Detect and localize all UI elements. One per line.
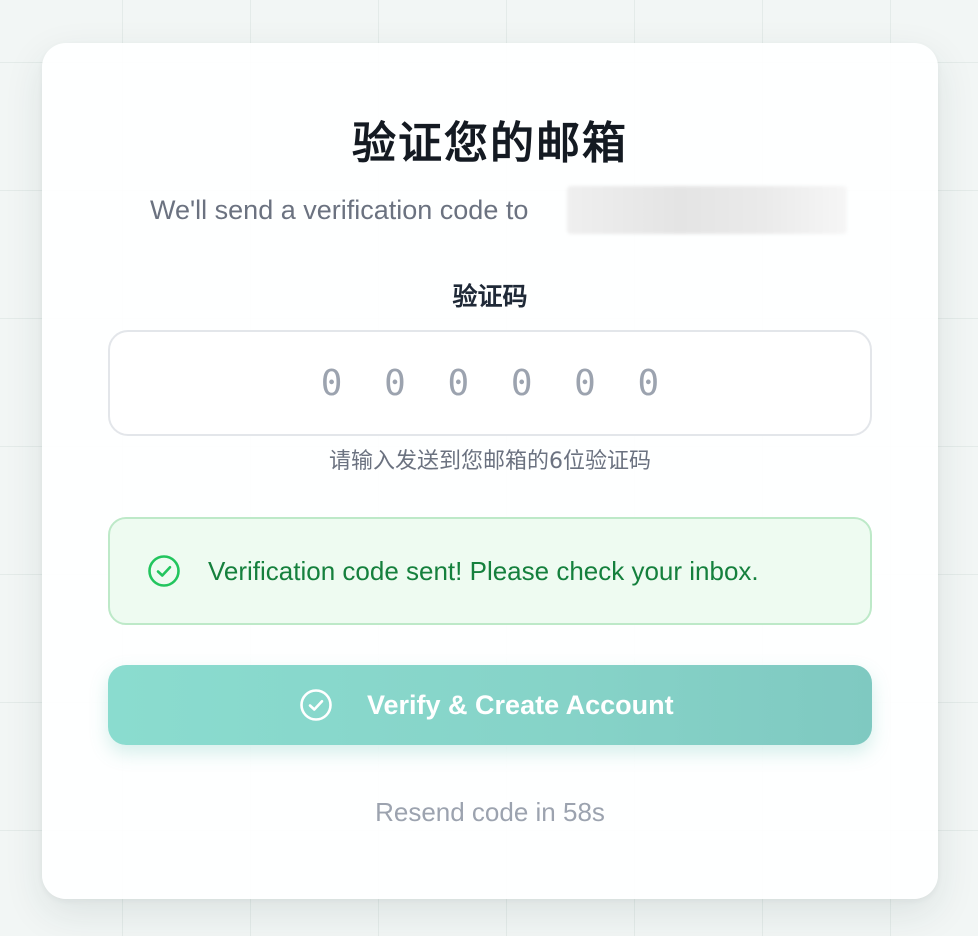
code-hint: 请输入发送到您邮箱的6位验证码 bbox=[329, 449, 651, 474]
verify-email-card: 验证您的邮箱 We'll send a verification code to… bbox=[42, 43, 938, 899]
redacted-email bbox=[567, 186, 847, 234]
verify-create-account-button[interactable]: Verify & Create Account bbox=[108, 665, 872, 745]
verification-code-input[interactable] bbox=[108, 330, 872, 436]
check-circle-icon bbox=[299, 688, 333, 722]
resend-countdown: Resend code in 58s bbox=[375, 797, 605, 827]
check-circle-icon bbox=[147, 554, 181, 588]
code-label: 验证码 bbox=[452, 282, 528, 311]
verify-button-label: Verify & Create Account bbox=[367, 690, 674, 720]
success-alert-text: Verification code sent! Please check you… bbox=[208, 556, 759, 586]
subtitle: We'll send a verification code to bbox=[150, 195, 529, 225]
success-alert: Verification code sent! Please check you… bbox=[108, 517, 872, 625]
page-title: 验证您的邮箱 bbox=[352, 118, 628, 169]
